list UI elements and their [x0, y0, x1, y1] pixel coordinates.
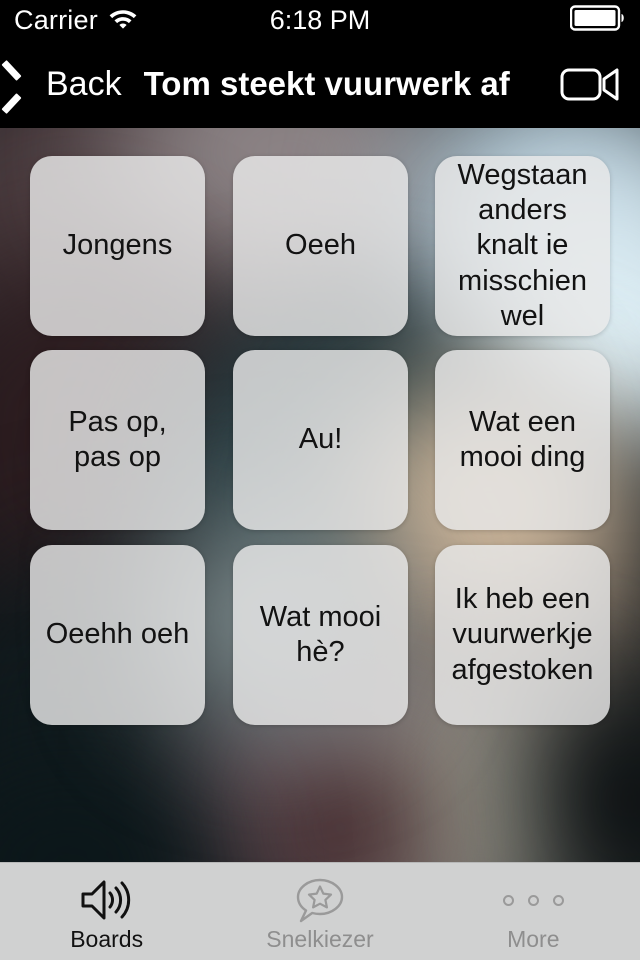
page-title: Tom steekt vuurwerk af: [143, 65, 510, 102]
board-cell-label: Wegstaan anders knalt ie misschien wel: [457, 158, 588, 333]
battery-full-icon: [569, 4, 626, 36]
board-cell-label: Jongens: [62, 229, 173, 262]
board-cell[interactable]: Jongens: [30, 156, 205, 336]
status-bar: Carrier 6:18 PM: [0, 0, 640, 40]
back-button[interactable]: Back: [14, 62, 122, 106]
board-cell-label: Oeehh oeh: [45, 618, 190, 651]
board-cell[interactable]: Wat een mooi ding: [435, 350, 610, 530]
tab-snelkiezer[interactable]: Snelkiezer: [213, 863, 426, 960]
tab-more-label: More: [507, 926, 560, 952]
board-cell[interactable]: Oeehh oeh: [30, 545, 205, 725]
board-cell-label: Pas op, pas op: [68, 405, 167, 473]
tab-snelkiezer-label: Snelkiezer: [266, 926, 374, 952]
tab-more[interactable]: More: [427, 863, 640, 960]
board-cell-label: Au!: [298, 423, 343, 456]
navigation-bar: Back Tom steekt vuurwerk af: [0, 40, 640, 128]
speech-bubble-star-icon: [294, 876, 346, 924]
board-cell-label: Oeeh: [285, 229, 356, 262]
board-cell-label: Ik heb een vuurwerkje afgestoken: [451, 582, 594, 686]
tab-bar: Boards Snelkiezer More: [0, 862, 640, 960]
back-button-label: Back: [46, 65, 122, 103]
ellipsis-icon: [502, 876, 564, 924]
chevron-left-icon: [14, 62, 40, 106]
status-time: 6:18 PM: [269, 4, 371, 35]
status-bar-right: [569, 4, 626, 36]
app-screen: Carrier 6:18 PM Back Tom steekt vuurwerk…: [0, 0, 640, 960]
board-grid: Jongens Oeeh Wegstaan anders knalt ie mi…: [0, 128, 640, 862]
board-cell-label: Wat een mooi ding: [459, 405, 586, 473]
video-camera-button[interactable]: [560, 62, 622, 106]
video-camera-icon: [560, 68, 619, 101]
board-cell[interactable]: Ik heb een vuurwerkje afgestoken: [435, 545, 610, 725]
speaker-wave-icon: [78, 876, 136, 924]
board-cell[interactable]: Oeeh: [233, 156, 408, 336]
board-cell-label: Wat mooi hè?: [259, 600, 382, 668]
board-cell[interactable]: Au!: [233, 350, 408, 530]
board-cell[interactable]: Wat mooi hè?: [233, 545, 408, 725]
tab-boards[interactable]: Boards: [0, 863, 213, 960]
tab-boards-label: Boards: [70, 926, 144, 952]
board-cell[interactable]: Pas op, pas op: [30, 350, 205, 530]
board-cell[interactable]: Wegstaan anders knalt ie misschien wel: [435, 156, 610, 336]
